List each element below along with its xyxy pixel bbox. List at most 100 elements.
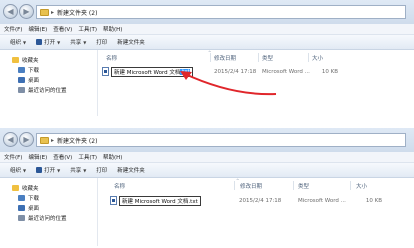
open-label: 打开 [44,168,56,174]
menu-file[interactable]: 文件(F) [4,25,22,33]
file-list: ^ 名称 修改日期 类型 大小 新建 Microsoft Word 文档.txt… [98,50,414,116]
rename-field[interactable]: 新建 Microsoft Word 文档.txt [111,66,193,77]
chevron-down-icon: ▼ [23,167,27,173]
file-name-text: 新建 Microsoft Word 文档 [114,69,181,76]
star-icon [12,57,19,63]
download-folder-icon [18,195,25,201]
forward-arrow-icon: ▶ [23,135,30,144]
file-name-text: 新建 Microsoft Word 文档.txt [122,198,198,205]
desktop-icon [18,205,25,211]
column-header-modified[interactable]: 修改日期 [240,182,262,190]
recent-places-icon [18,87,25,93]
menu-edit[interactable]: 编辑(E) [28,25,47,33]
forward-button[interactable]: ▶ [19,132,34,147]
column-header-name[interactable]: 名称 [114,182,125,190]
sidebar-item-recent[interactable]: 最近访问的位置 [12,85,97,95]
column-header-type[interactable]: 类型 [298,182,309,190]
forward-arrow-icon: ▶ [23,7,30,16]
file-size: 10 KB [321,68,338,75]
sidebar-item-desktop[interactable]: 桌面 [12,75,97,85]
navigation-pane: 收藏夹 下载 桌面 最近访问的位置 [0,178,98,246]
menu-tools[interactable]: 工具(T) [78,25,97,33]
address-row: ◀ ▶ ▸ 新建文件夹 (2) [0,0,414,24]
word-document-icon [102,67,109,76]
print-button[interactable]: 打印 [96,38,107,46]
file-type: Microsoft Word ... [298,197,346,204]
back-arrow-icon: ◀ [7,135,14,144]
back-button[interactable]: ◀ [3,132,18,147]
chevron-down-icon: ▼ [83,167,87,173]
sidebar-item-label: 桌面 [28,78,40,84]
column-header-size[interactable]: 大小 [356,182,367,190]
sidebar-item-label: 桌面 [28,206,40,212]
file-type: Microsoft Word ... [262,68,310,75]
column-divider [210,53,211,62]
column-divider [234,181,235,190]
open-button[interactable]: 打开 ▼ [36,166,60,174]
sidebar-item-label: 收藏夹 [22,58,39,64]
column-header-modified[interactable]: 修改日期 [214,54,236,62]
folder-icon [40,8,49,16]
download-folder-icon [18,67,25,73]
back-arrow-icon: ◀ [7,7,14,16]
breadcrumb-folder[interactable]: 新建文件夹 (2) [57,8,97,17]
explorer-window-1: ◀ ▶ ▸ 新建文件夹 (2) 文件(F) 编辑(E) 查看(V) 工具(T) … [0,0,414,116]
forward-button[interactable]: ▶ [19,4,34,19]
menu-help[interactable]: 帮助(H) [103,153,122,161]
chevron-down-icon: ▼ [23,39,27,45]
organize-button[interactable]: 组织 ▼ [10,166,27,175]
organize-button[interactable]: 组织 ▼ [10,38,27,47]
toolbar: 组织 ▼ 打开 ▼ 共享 ▼ 打印 新建文件夹 [0,35,414,50]
word-document-icon [110,196,117,205]
breadcrumb-separator[interactable]: ▸ [51,9,54,16]
recent-places-icon [18,215,25,221]
sidebar-item-recent[interactable]: 最近访问的位置 [12,213,97,223]
menu-bar: 文件(F) 编辑(E) 查看(V) 工具(T) 帮助(H) [0,24,414,35]
rename-field[interactable]: 新建 Microsoft Word 文档.txt [119,195,201,206]
new-folder-button[interactable]: 新建文件夹 [117,166,145,174]
sidebar-item-favorites[interactable]: 收藏夹 [12,55,97,65]
column-header-name[interactable]: 名称 [106,54,117,62]
share-label: 共享 [70,168,82,174]
new-folder-button[interactable]: 新建文件夹 [117,38,145,46]
back-button[interactable]: ◀ [3,4,18,19]
menu-bar: 文件(F) 编辑(E) 查看(V) 工具(T) 帮助(H) [0,152,414,163]
menu-edit[interactable]: 编辑(E) [28,153,47,161]
star-icon [12,185,19,191]
column-header-type[interactable]: 类型 [262,54,273,62]
breadcrumb-folder[interactable]: 新建文件夹 (2) [57,136,97,145]
toolbar: 组织 ▼ 打开 ▼ 共享 ▼ 打印 新建文件夹 [0,163,414,178]
sidebar-item-downloads[interactable]: 下载 [12,193,97,203]
word-icon [36,167,43,173]
share-label: 共享 [70,40,82,46]
column-divider [308,53,309,62]
column-header-size[interactable]: 大小 [312,54,323,62]
sidebar-item-favorites[interactable]: 收藏夹 [12,183,97,193]
share-button[interactable]: 共享 ▼ [70,166,87,175]
menu-view[interactable]: 查看(V) [53,153,72,161]
content-area: 收藏夹 下载 桌面 最近访问的位置 ^ 名称 修改日期 类型 大小 [0,178,414,246]
menu-help[interactable]: 帮助(H) [103,25,122,33]
menu-file[interactable]: 文件(F) [4,153,22,161]
file-extension-selected: .txt [180,68,190,75]
sidebar-item-downloads[interactable]: 下载 [12,65,97,75]
folder-icon [40,136,49,144]
address-bar[interactable]: ▸ 新建文件夹 (2) [36,133,406,147]
menu-tools[interactable]: 工具(T) [78,153,97,161]
address-bar[interactable]: ▸ 新建文件夹 (2) [36,5,406,19]
sort-caret-icon: ^ [236,178,240,183]
file-size: 10 KB [365,197,382,204]
file-row[interactable]: 新建 Microsoft Word 文档.txt 2015/2/4 17:18 … [102,65,408,78]
content-area: 收藏夹 下载 桌面 最近访问的位置 ^ 名称 修改日期 类型 大小 [0,50,414,116]
sidebar-item-label: 下载 [28,196,40,202]
share-button[interactable]: 共享 ▼ [70,38,86,47]
open-button[interactable]: 打开 ▼ [36,38,60,46]
separator [0,116,414,128]
breadcrumb-separator[interactable]: ▸ [51,137,54,144]
file-row[interactable]: 新建 Microsoft Word 文档.txt 2015/2/4 17:18 … [110,194,408,207]
chevron-down-icon: ▼ [57,167,61,173]
print-button[interactable]: 打印 [96,166,107,174]
menu-view[interactable]: 查看(V) [53,25,72,33]
sidebar-item-desktop[interactable]: 桌面 [12,203,97,213]
file-list: ^ 名称 修改日期 类型 大小 新建 Microsoft Word 文档.txt… [98,178,414,246]
